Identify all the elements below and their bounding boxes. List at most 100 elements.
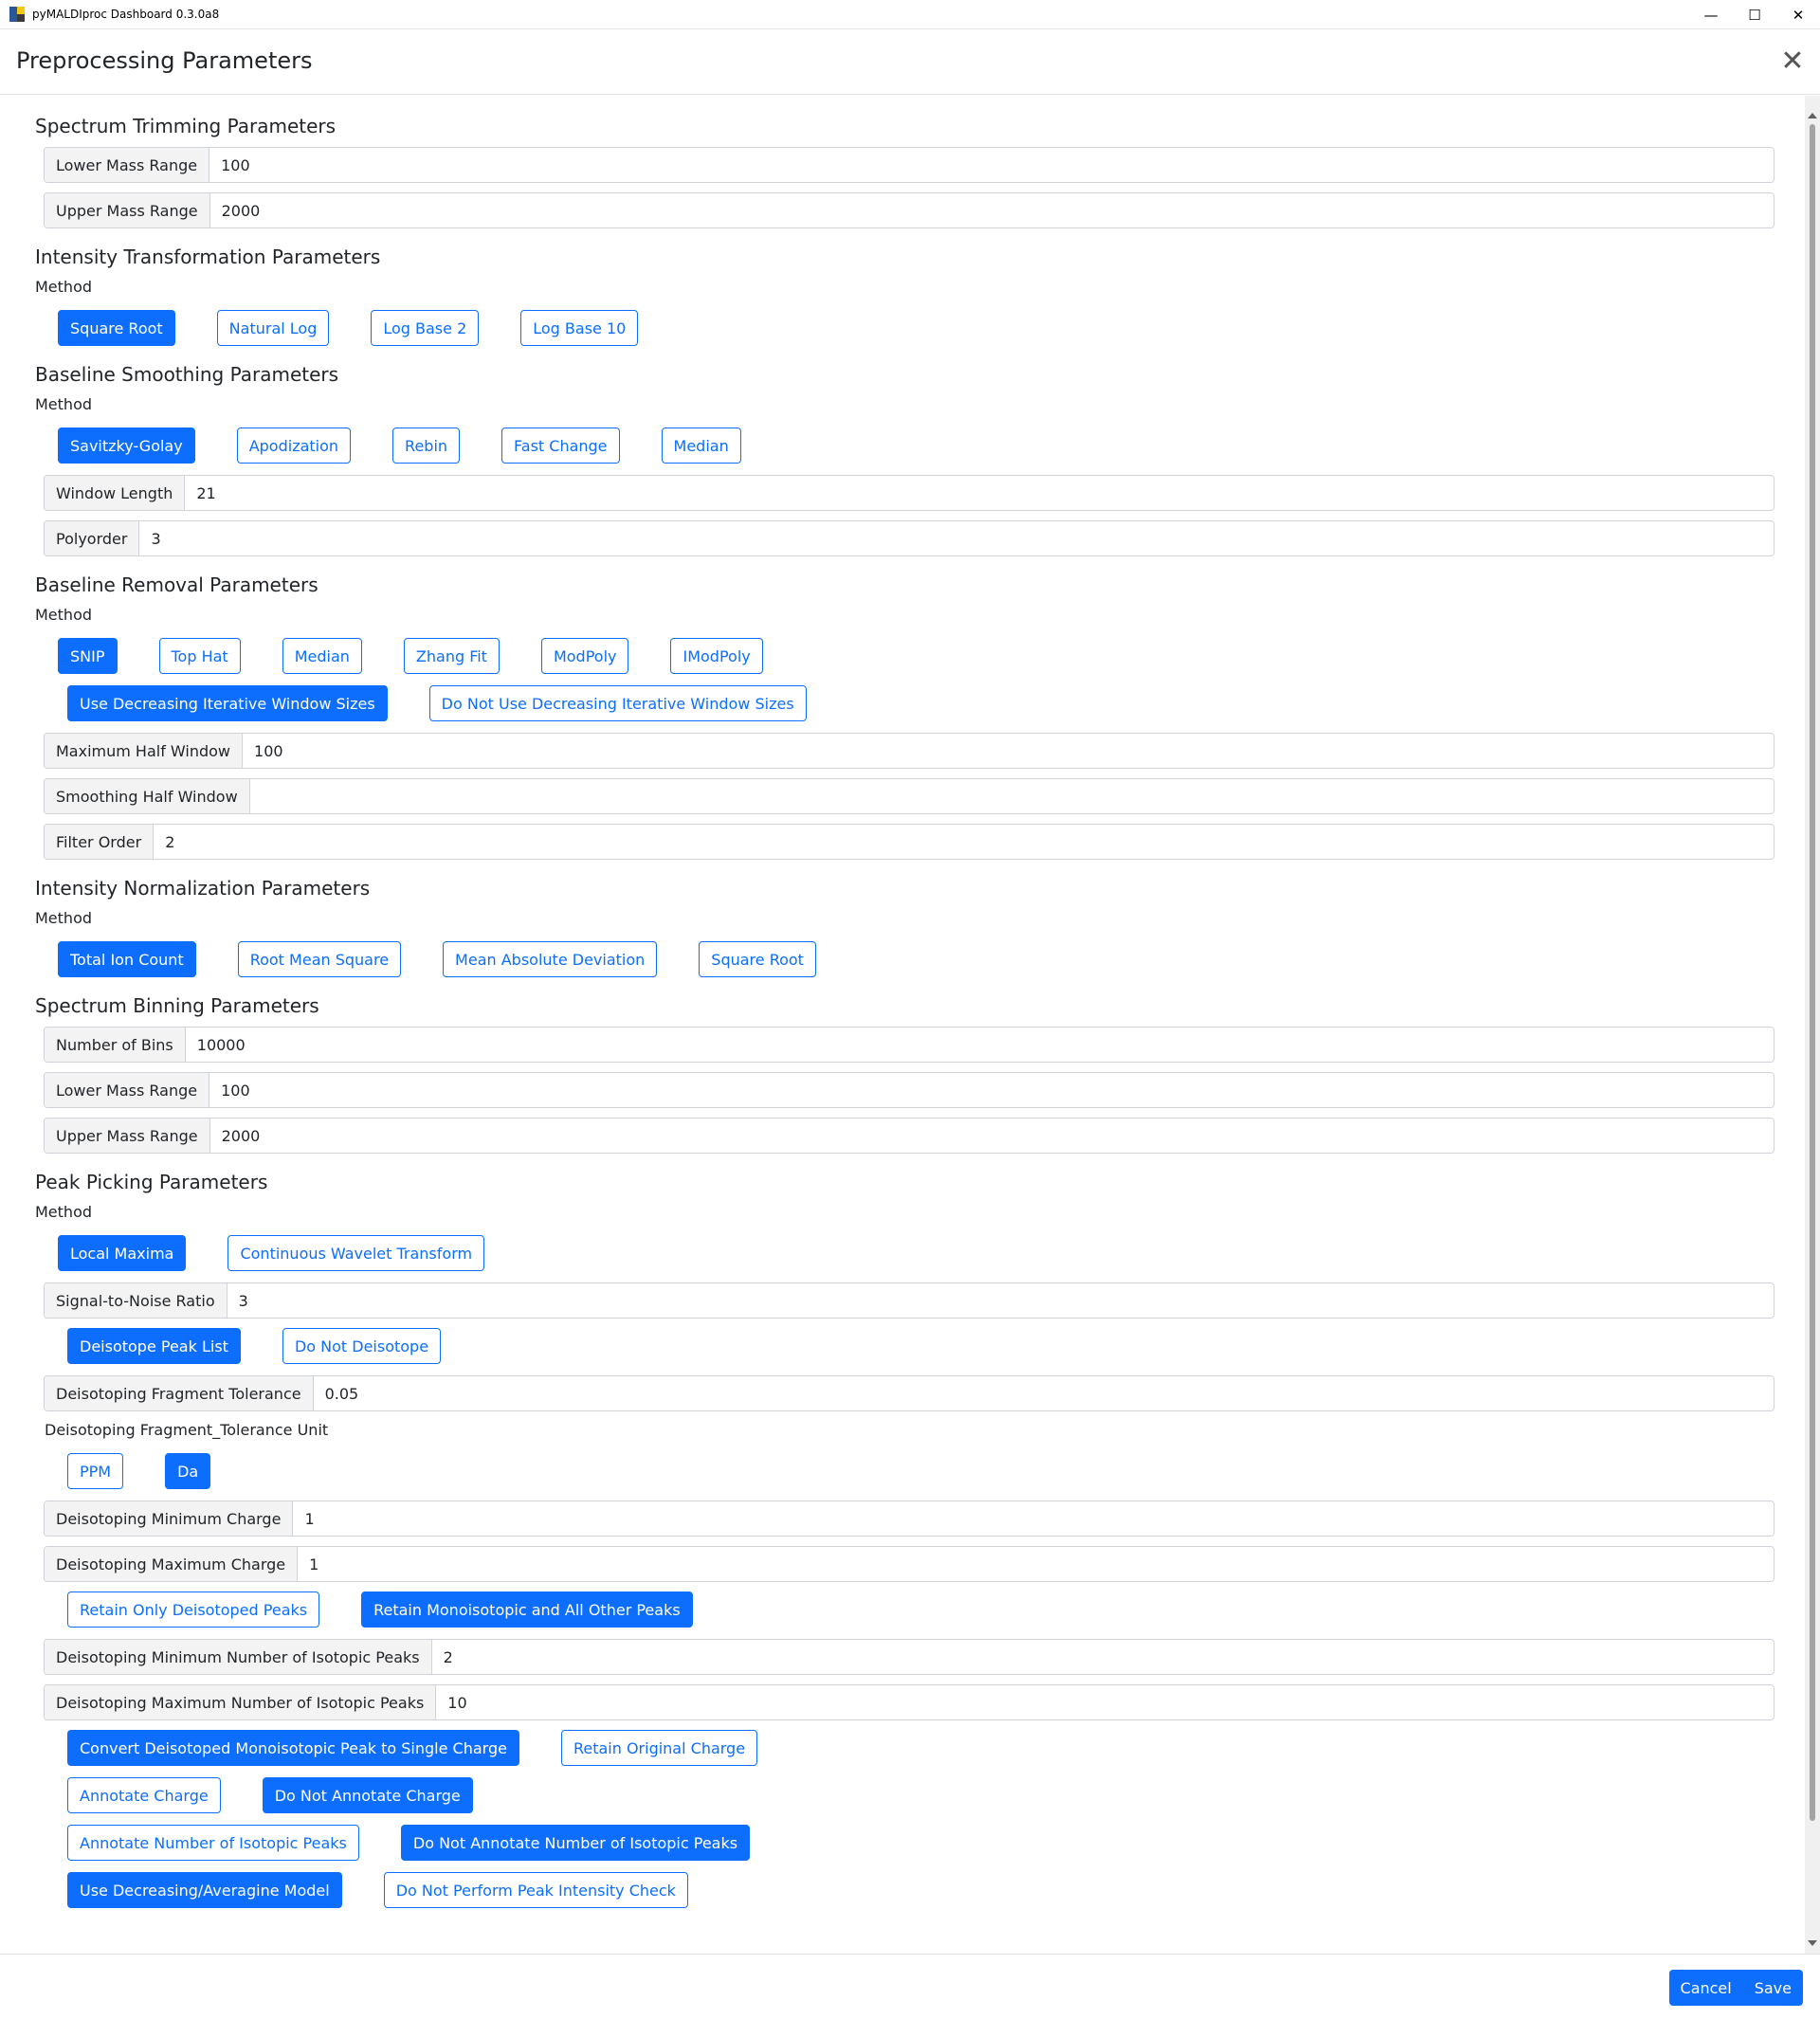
use-decreasing-window-button[interactable]: Use Decreasing Iterative Window Sizes [67,685,388,721]
averagine-model-button[interactable]: Use Decreasing/Averagine Model [67,1872,342,1908]
trim-upper-mass-input[interactable] [209,193,1774,227]
smoothing-half-window-group: Smoothing Half Window [44,778,1774,814]
min-isotopic-label: Deisotoping Minimum Number of Isotopic P… [45,1640,432,1674]
removal-top-hat-button[interactable]: Top Hat [158,638,241,674]
max-charge-input[interactable] [298,1547,1774,1581]
save-button[interactable]: Save [1743,1970,1803,2006]
snr-input[interactable] [227,1283,1774,1318]
snr-group: Signal-to-Noise Ratio [44,1282,1774,1319]
frag-tolerance-unit-label: Deisotoping Fragment_Tolerance Unit [45,1421,329,1439]
smoothing-section: Baseline Smoothing Parameters Method Sav… [35,363,1778,556]
section-title: Intensity Normalization Parameters [35,877,371,900]
norm-tic-button[interactable]: Total Ion Count [58,941,196,977]
smoothing-half-window-input[interactable] [249,779,1774,813]
smoothing-half-window-label: Smoothing Half Window [45,779,250,813]
convert-single-charge-button[interactable]: Convert Deisotoped Monoisotopic Peak to … [67,1730,519,1766]
norm-square-root-button[interactable]: Square Root [699,941,816,977]
bin-upper-mass-input[interactable] [209,1119,1774,1153]
transform-log10-button[interactable]: Log Base 10 [520,310,639,346]
scroll-down-icon[interactable] [1808,1940,1817,1946]
maximize-icon[interactable]: ☐ [1733,0,1776,29]
window-controls: — ☐ ✕ [1689,0,1820,29]
section-title: Spectrum Trimming Parameters [35,115,337,137]
removal-section: Baseline Removal Parameters Method SNIP … [35,573,1778,860]
transform-natural-log-button[interactable]: Natural Log [216,310,330,346]
method-label: Method [35,909,93,927]
window-length-input[interactable] [185,476,1774,510]
norm-mad-button[interactable]: Mean Absolute Deviation [443,941,658,977]
no-annotate-isotopic-button[interactable]: Do Not Annotate Number of Isotopic Peaks [400,1825,751,1861]
annotate-charge-button[interactable]: Annotate Charge [67,1777,221,1813]
bin-lower-mass-group: Lower Mass Range [44,1072,1774,1108]
bin-upper-mass-group: Upper Mass Range [44,1118,1774,1154]
intensity-check-group: Use Decreasing/Averagine Model Do Not Pe… [67,1872,1778,1908]
min-isotopic-input[interactable] [431,1640,1774,1674]
retain-only-deisotoped-button[interactable]: Retain Only Deisotoped Peaks [67,1592,320,1628]
normalization-method-group: Total Ion Count Root Mean Square Mean Ab… [58,941,1778,977]
trim-lower-mass-input[interactable] [209,148,1774,182]
minimize-icon[interactable]: — [1689,0,1733,29]
vertical-scrollbar[interactable] [1805,96,1820,1954]
removal-median-button[interactable]: Median [282,638,362,674]
removal-method-group: SNIP Top Hat Median Zhang Fit ModPoly IM… [58,638,1778,674]
deisotope-button[interactable]: Deisotope Peak List [67,1328,241,1364]
cancel-button[interactable]: Cancel [1669,1970,1743,2006]
smoothing-median-button[interactable]: Median [661,427,741,464]
num-bins-label: Number of Bins [45,1028,186,1062]
peak-local-maxima-button[interactable]: Local Maxima [58,1235,187,1271]
transform-square-root-button[interactable]: Square Root [58,310,175,346]
scroll-up-icon[interactable] [1808,113,1817,118]
max-half-window-input[interactable] [243,734,1774,768]
norm-rms-button[interactable]: Root Mean Square [237,941,402,977]
num-bins-input[interactable] [185,1028,1774,1062]
modal-close-icon[interactable]: ✕ [1778,47,1807,76]
window-title: pyMALDIproc Dashboard 0.3.0a8 [32,8,220,21]
smoothing-fast-change-button[interactable]: Fast Change [501,427,620,464]
peak-cwt-button[interactable]: Continuous Wavelet Transform [228,1235,485,1271]
trimming-section: Spectrum Trimming Parameters Lower Mass … [35,115,1778,228]
min-charge-input[interactable] [293,1501,1774,1536]
window-close-icon[interactable]: ✕ [1776,0,1820,29]
trim-lower-mass-label: Lower Mass Range [45,148,210,182]
removal-imodpoly-button[interactable]: IModPoly [670,638,763,674]
frag-tolerance-label: Deisotoping Fragment Tolerance [45,1376,314,1410]
smoothing-savgol-button[interactable]: Savitzky-Golay [58,427,195,464]
max-charge-label: Deisotoping Maximum Charge [45,1547,299,1581]
method-label: Method [35,1203,93,1221]
bin-lower-mass-input[interactable] [209,1073,1774,1107]
max-isotopic-input[interactable] [436,1685,1774,1719]
normalization-section: Intensity Normalization Parameters Metho… [35,877,1778,977]
annotate-isotopic-button[interactable]: Annotate Number of Isotopic Peaks [67,1825,359,1861]
num-bins-group: Number of Bins [44,1027,1774,1063]
decreasing-window-group: Use Decreasing Iterative Window Sizes Do… [67,685,1778,721]
removal-modpoly-button[interactable]: ModPoly [540,638,629,674]
retain-all-peaks-button[interactable]: Retain Monoisotopic and All Other Peaks [361,1592,693,1628]
retain-original-charge-button[interactable]: Retain Original Charge [560,1730,758,1766]
filter-order-group: Filter Order [44,824,1774,860]
removal-snip-button[interactable]: SNIP [58,638,118,674]
min-charge-group: Deisotoping Minimum Charge [44,1501,1774,1537]
section-title: Intensity Transformation Parameters [35,246,381,268]
no-deisotope-button[interactable]: Do Not Deisotope [282,1328,442,1364]
smoothing-rebin-button[interactable]: Rebin [392,427,461,464]
no-decreasing-window-button[interactable]: Do Not Use Decreasing Iterative Window S… [428,685,807,721]
bin-lower-mass-label: Lower Mass Range [45,1073,210,1107]
unit-da-button[interactable]: Da [165,1453,211,1489]
unit-ppm-button[interactable]: PPM [67,1453,124,1489]
modal-footer: Cancel Save [0,1954,1820,2019]
no-annotate-charge-button[interactable]: Do Not Annotate Charge [262,1777,473,1813]
transform-log2-button[interactable]: Log Base 2 [371,310,480,346]
polyorder-input[interactable] [139,521,1774,555]
polyorder-label: Polyorder [45,521,140,555]
filter-order-input[interactable] [154,825,1774,859]
window-titlebar: pyMALDIproc Dashboard 0.3.0a8 — ☐ ✕ [0,0,1820,29]
frag-tolerance-input[interactable] [313,1376,1774,1410]
snr-label: Signal-to-Noise Ratio [45,1283,228,1318]
scrollbar-thumb[interactable] [1810,124,1815,1821]
section-title: Spectrum Binning Parameters [35,994,319,1017]
smoothing-apodization-button[interactable]: Apodization [236,427,352,464]
no-intensity-check-button[interactable]: Do Not Perform Peak Intensity Check [383,1872,688,1908]
max-charge-group: Deisotoping Maximum Charge [44,1546,1774,1582]
section-title: Baseline Smoothing Parameters [35,363,339,386]
removal-zhang-fit-button[interactable]: Zhang Fit [403,638,500,674]
